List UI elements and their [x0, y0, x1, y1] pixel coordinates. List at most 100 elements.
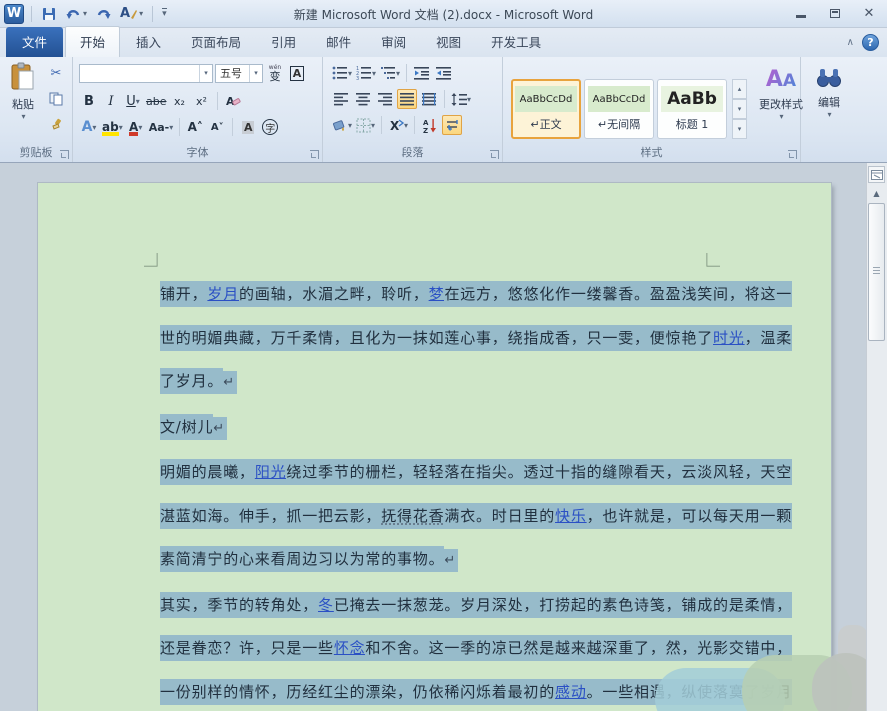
clipboard-dialog-launcher[interactable] — [60, 150, 69, 159]
restore-button[interactable] — [825, 5, 845, 21]
tab-view[interactable]: 视图 — [422, 27, 475, 57]
style-heading1[interactable]: AaBb标题 1 — [657, 79, 727, 139]
highlight-dropdown-icon[interactable]: ▾ — [119, 123, 123, 132]
tab-insert[interactable]: 插入 — [122, 27, 175, 57]
copy-button[interactable] — [46, 89, 66, 109]
clear-formatting-button[interactable]: A — [223, 91, 243, 111]
bold-button[interactable]: B — [79, 91, 99, 111]
font-dialog-launcher[interactable] — [310, 150, 319, 159]
distribute-button[interactable] — [419, 89, 439, 109]
borders-dropdown-icon[interactable]: ▾ — [371, 121, 375, 130]
increase-indent-button[interactable] — [434, 63, 454, 83]
grow-font-button[interactable]: A˄ — [185, 117, 205, 137]
vertical-scrollbar[interactable]: ▲ — [866, 163, 887, 711]
font-size-dropdown-icon[interactable]: ▾ — [249, 65, 262, 82]
styles-dialog-launcher[interactable] — [788, 150, 797, 159]
text-line[interactable]: 世的明媚典藏，万千柔情，且化为一抹如莲心事，绕指成香，只一雯，便惊艳了时光，温柔 — [160, 324, 760, 352]
multilevel-dropdown-icon[interactable]: ▾ — [396, 69, 400, 78]
quick-style-button[interactable]: A ▾ — [118, 4, 145, 24]
text-highlight-button[interactable]: ab▾ — [101, 117, 124, 137]
hyperlink-text[interactable]: 怀念 — [334, 635, 366, 661]
change-case-button[interactable]: Aa-▾ — [148, 117, 175, 137]
change-case-dropdown-icon[interactable]: ▾ — [169, 123, 173, 132]
asian-layout-dropdown-icon[interactable]: ▾ — [404, 121, 408, 130]
editing-dropdown-icon[interactable]: ▾ — [827, 110, 831, 119]
editing-button[interactable]: 编辑 ▾ — [803, 61, 855, 153]
paragraph-dialog-launcher[interactable] — [490, 150, 499, 159]
format-painter-button[interactable] — [46, 115, 66, 135]
tab-developer[interactable]: 开发工具 — [477, 27, 555, 57]
phonetic-guide-button[interactable]: wén变 — [265, 63, 285, 83]
font-color-dropdown-icon[interactable]: ▾ — [138, 123, 142, 132]
font-size-combobox[interactable]: 五号 ▾ — [215, 64, 263, 83]
sort-button[interactable]: A Z — [420, 115, 440, 135]
text-line[interactable]: 明媚的晨曦，阳光绕过季节的栅栏，轻轻落在指尖。透过十指的缝隙看天，云淡风轻，天空 — [160, 458, 760, 486]
tab-review[interactable]: 审阅 — [367, 27, 420, 57]
hyperlink-text[interactable]: 梦 — [429, 281, 445, 307]
decrease-indent-button[interactable] — [412, 63, 432, 83]
italic-button[interactable]: I — [101, 91, 121, 111]
superscript-button[interactable]: x² — [192, 91, 212, 111]
text-effects-dropdown-icon[interactable]: ▾ — [92, 123, 96, 132]
enclose-characters-button[interactable]: 字 — [260, 117, 280, 137]
borders-button[interactable]: ▾ — [355, 115, 376, 135]
align-right-button[interactable] — [375, 89, 395, 109]
scroll-up-button[interactable]: ▲ — [868, 186, 885, 201]
text-line[interactable]: 铺开，岁月的画轴，水湄之畔，聆听，梦在远方，悠悠化作一缕馨香。盈盈浅笑间，将这一 — [160, 280, 760, 308]
hyperlink-text[interactable]: 时光 — [713, 325, 745, 351]
font-color-button[interactable]: A▾ — [126, 117, 146, 137]
tab-mailings[interactable]: 邮件 — [312, 27, 365, 57]
change-styles-button[interactable]: AA 更改样式 ▾ — [755, 63, 807, 155]
tab-file[interactable]: 文件 — [6, 27, 63, 57]
hyperlink-text[interactable]: 快乐 — [555, 503, 587, 529]
cut-button[interactable]: ✂ — [46, 63, 66, 83]
hyperlink-text[interactable]: 岁月 — [207, 281, 239, 307]
font-name-combobox[interactable]: ▾ — [79, 64, 213, 83]
justify-button[interactable] — [397, 89, 417, 109]
numbering-button[interactable]: 123 ▾ — [355, 63, 377, 83]
change-styles-dropdown-icon[interactable]: ▾ — [779, 112, 783, 121]
multilevel-list-button[interactable]: ▾ — [379, 63, 401, 83]
gallery-down-button[interactable]: ▾ — [732, 99, 747, 119]
ruler-toggle-button[interactable] — [868, 166, 885, 183]
bullets-button[interactable]: ▾ — [331, 63, 353, 83]
gallery-more-button[interactable]: ▾ — [732, 119, 747, 139]
line-spacing-dropdown-icon[interactable]: ▾ — [467, 95, 471, 104]
line-spacing-button[interactable]: ▾ — [450, 89, 472, 109]
redo-button[interactable] — [94, 4, 113, 24]
text-effects-button[interactable]: A▾ — [79, 117, 99, 137]
paste-button[interactable]: 粘贴 ▾ — [5, 62, 41, 154]
character-shading-button[interactable]: A — [238, 117, 258, 137]
style-normal[interactable]: AaBbCcDd↵正文 — [511, 79, 581, 139]
shading-dropdown-icon[interactable]: ▾ — [348, 121, 352, 130]
hyperlink-text[interactable]: 冬 — [318, 592, 334, 618]
qat-customize-button[interactable]: ▾ — [160, 4, 169, 24]
style-no-spacing[interactable]: AaBbCcDd↵无间隔 — [584, 79, 654, 139]
undo-dropdown-icon[interactable]: ▾ — [83, 9, 87, 18]
show-hide-marks-button[interactable] — [442, 115, 462, 135]
text-line[interactable]: 文/树儿↵ — [160, 413, 760, 443]
subscript-button[interactable]: x₂ — [170, 91, 190, 111]
align-center-button[interactable] — [353, 89, 373, 109]
paste-dropdown-icon[interactable]: ▾ — [21, 112, 25, 121]
character-border-button[interactable]: A — [287, 63, 307, 83]
font-name-dropdown-icon[interactable]: ▾ — [199, 65, 212, 82]
tab-page-layout[interactable]: 页面布局 — [177, 27, 255, 57]
text-line[interactable]: 湛蓝如海。伸手，抓一把云影，抚得花香满衣。时日里的快乐，也许就是，可以每天用一颗 — [160, 502, 760, 530]
text-line[interactable]: 素简清宁的心来看周边习以为常的事物。↵ — [160, 545, 760, 575]
numbering-dropdown-icon[interactable]: ▾ — [372, 69, 376, 78]
underline-button[interactable]: U▾ — [123, 91, 143, 111]
save-button[interactable] — [39, 4, 59, 24]
minimize-ribbon-button[interactable]: ∧ — [847, 37, 854, 48]
bullets-dropdown-icon[interactable]: ▾ — [348, 69, 352, 78]
gallery-up-button[interactable]: ▴ — [732, 79, 747, 99]
minimize-button[interactable] — [791, 5, 811, 21]
quick-style-dropdown-icon[interactable]: ▾ — [139, 9, 143, 18]
scrollbar-thumb[interactable] — [868, 203, 885, 341]
strikethrough-button[interactable]: abe — [145, 91, 168, 111]
shrink-font-button[interactable]: A˅ — [207, 117, 227, 137]
text-line[interactable]: 了岁月。↵ — [160, 367, 760, 397]
close-button[interactable]: ✕ — [859, 5, 879, 21]
help-button[interactable]: ? — [862, 34, 879, 51]
tab-home[interactable]: 开始 — [65, 26, 120, 57]
